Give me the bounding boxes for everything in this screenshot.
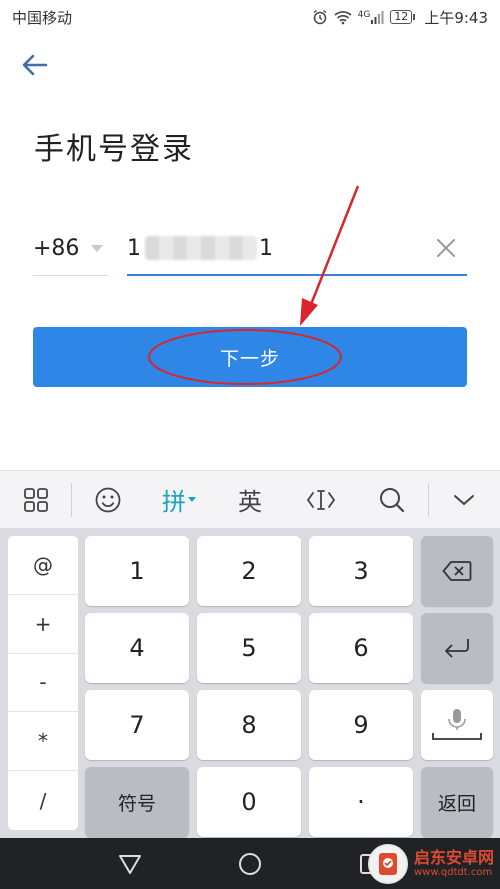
key-8[interactable]: 8 <box>197 690 301 760</box>
backspace-key[interactable] <box>421 536 493 606</box>
keyboard-grid-button[interactable] <box>0 471 71 529</box>
cursor-icon <box>307 489 336 510</box>
key-asterisk[interactable]: * <box>8 712 78 772</box>
emoji-icon <box>95 487 121 512</box>
caret-down-icon <box>91 245 104 252</box>
symbol-column: @ + - * / <box>8 536 78 830</box>
key-5[interactable]: 5 <box>197 613 301 683</box>
network-type-label: 4G <box>357 10 371 20</box>
key-minus[interactable]: - <box>8 654 78 713</box>
arrow-left-icon <box>22 54 48 80</box>
annotation-arrow-head <box>300 298 318 326</box>
keyboard-toolbar: 拼 英 <box>0 470 500 528</box>
pinyin-mode-button[interactable]: 拼 <box>143 471 214 529</box>
voice-space-key[interactable] <box>421 690 493 760</box>
enter-key[interactable] <box>421 613 493 683</box>
key-4[interactable]: 4 <box>85 613 189 683</box>
collapse-keyboard-button[interactable] <box>429 471 500 529</box>
watermark-text: 启东安卓网 www.qdtdt.com <box>414 849 494 879</box>
wifi-icon <box>334 9 352 25</box>
english-mode-label: 英 <box>237 488 262 516</box>
emoji-button[interactable] <box>72 471 143 529</box>
pinyin-mode-label: 拼 <box>161 488 186 516</box>
key-7[interactable]: 7 <box>85 690 189 760</box>
page-title: 手机号登录 <box>34 132 194 167</box>
cursor-button[interactable] <box>286 471 357 529</box>
key-6[interactable]: 6 <box>309 613 413 683</box>
watermark: 启东安卓网 www.qdtdt.com <box>367 843 494 885</box>
key-1[interactable]: 1 <box>85 536 189 606</box>
clear-button[interactable] <box>433 235 459 261</box>
key-9[interactable]: 9 <box>309 690 413 760</box>
status-bar: 中国移动 4G 12 上午9:43 <box>0 0 500 34</box>
chevron-down-icon <box>454 494 475 505</box>
key-2[interactable]: 2 <box>197 536 301 606</box>
key-3[interactable]: 3 <box>309 536 413 606</box>
key-0[interactable]: 0 <box>197 767 301 837</box>
back-button[interactable] <box>18 52 52 82</box>
status-time: 上午9:43 <box>424 8 488 27</box>
search-button[interactable] <box>357 471 428 529</box>
nav-back-button[interactable] <box>110 844 150 884</box>
number-keyboard: @ + - * / 1 2 3 4 5 6 7 8 9 符号 0 · 返回 <box>0 528 500 838</box>
country-code-value: +86 <box>33 236 80 261</box>
phone-prefix: 1 <box>127 235 141 261</box>
phone-input[interactable]: 1 1 <box>127 222 467 276</box>
carrier-label: 中国移动 <box>12 8 73 27</box>
backspace-icon <box>442 561 472 581</box>
symbol-key[interactable]: 符号 <box>85 767 189 837</box>
next-button[interactable]: 下一步 <box>33 327 467 387</box>
return-key[interactable]: 返回 <box>421 767 493 837</box>
nav-home-button[interactable] <box>230 844 270 884</box>
country-code-select[interactable]: +86 <box>33 222 108 276</box>
triangle-back-icon <box>119 854 141 874</box>
battery-indicator: 12 <box>390 10 416 24</box>
key-at[interactable]: @ <box>8 536 78 595</box>
grid-icon <box>23 487 48 512</box>
enter-icon <box>445 639 469 658</box>
microphone-icon <box>432 709 482 740</box>
key-dot[interactable]: · <box>309 767 413 837</box>
circle-home-icon <box>239 852 261 875</box>
phone-mask <box>145 236 257 260</box>
search-icon <box>380 487 405 512</box>
watermark-url: www.qdtdt.com <box>413 867 493 878</box>
phone-suffix: 1 <box>259 235 273 261</box>
key-slash[interactable]: / <box>8 771 78 830</box>
signal-icon: 4G <box>358 10 385 24</box>
watermark-logo <box>367 844 408 884</box>
alarm-icon <box>312 9 328 25</box>
mode-caret-icon <box>187 497 196 502</box>
key-plus[interactable]: + <box>8 595 78 654</box>
english-mode-button[interactable]: 英 <box>214 471 285 529</box>
status-icons: 4G 12 上午9:43 <box>312 7 488 28</box>
close-icon <box>437 239 455 257</box>
watermark-name: 启东安卓网 <box>413 848 494 867</box>
next-button-label: 下一步 <box>219 347 280 370</box>
